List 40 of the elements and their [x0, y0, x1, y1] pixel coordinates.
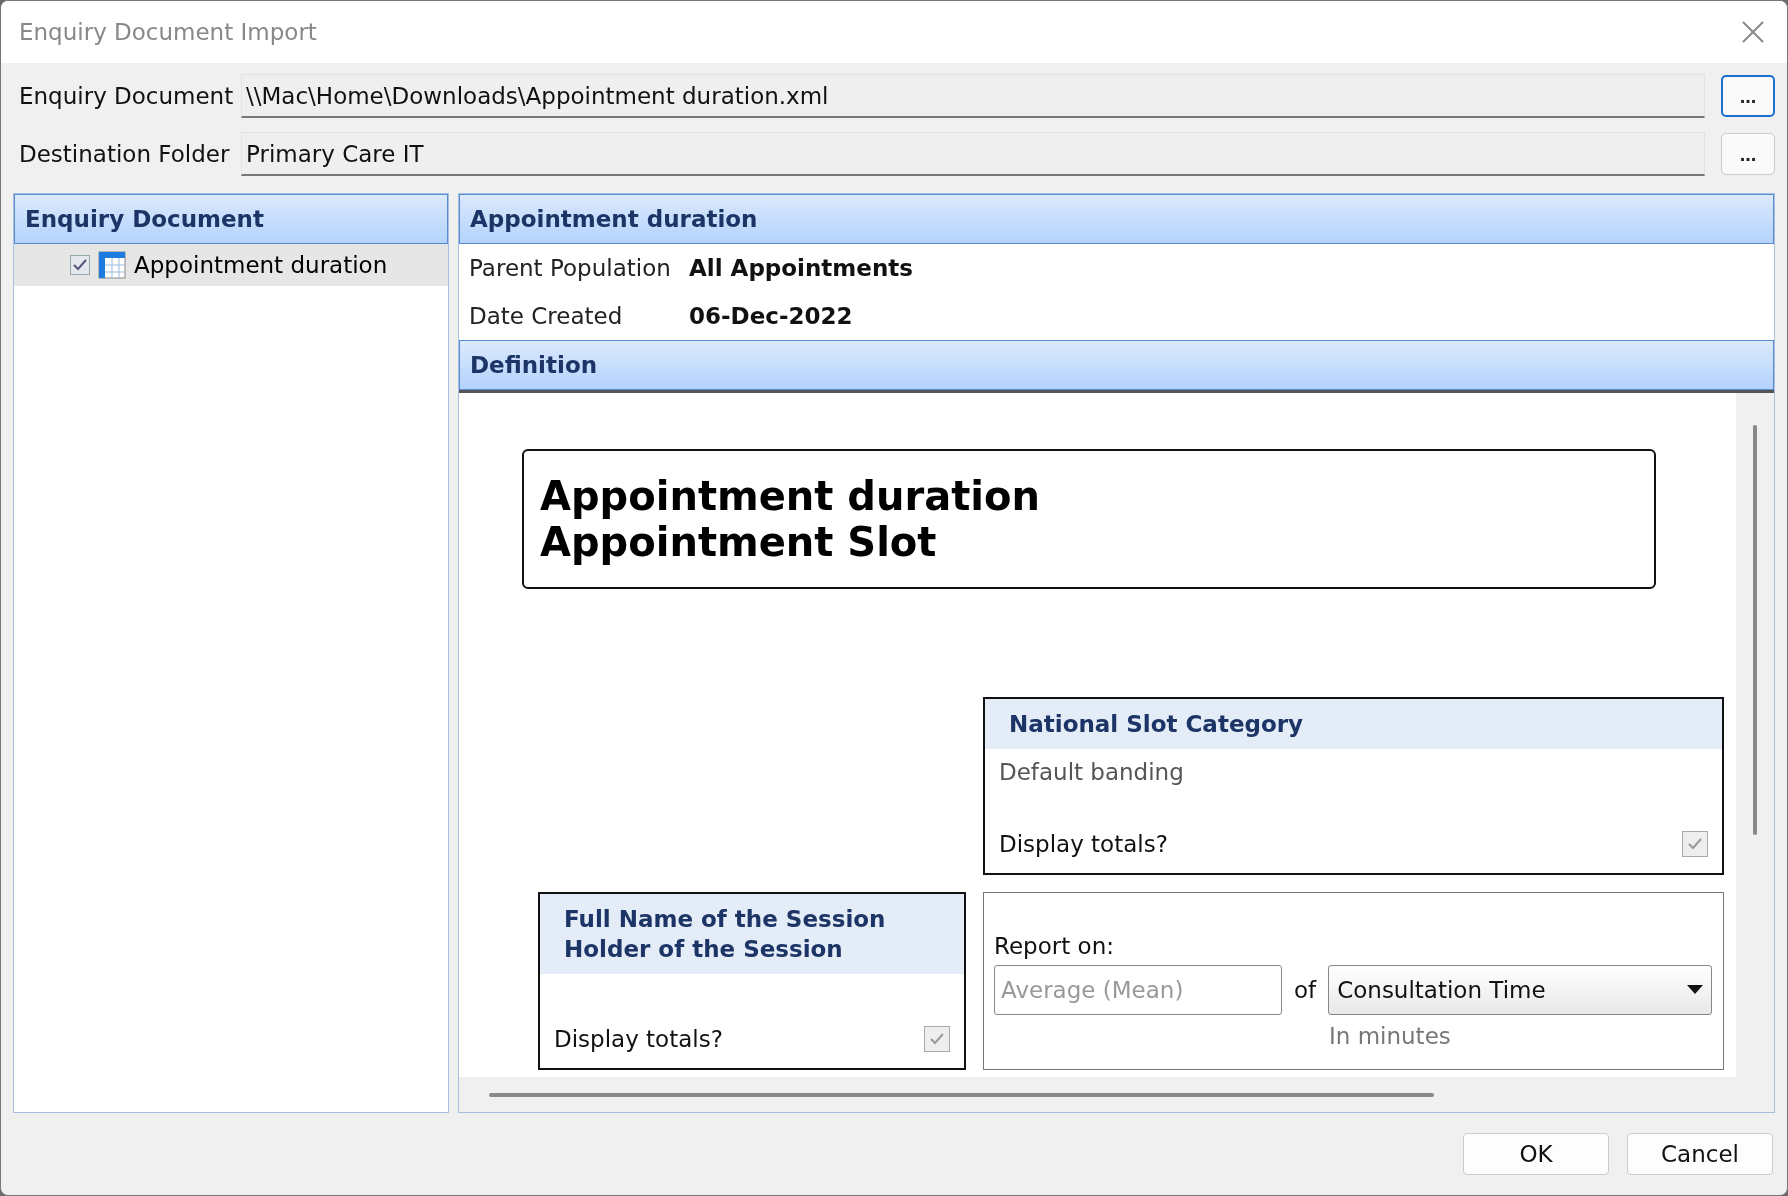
property-label: Parent Population	[469, 255, 672, 281]
heading-line: Appointment duration	[540, 473, 1041, 519]
check-icon	[1688, 838, 1702, 850]
property-value: All Appointments	[689, 255, 913, 281]
totals-label: Display totals?	[999, 831, 1168, 857]
field-label: Destination Folder	[18, 141, 231, 167]
path-field[interactable]: Primary Care IT	[241, 132, 1705, 176]
browse-button[interactable]: ...	[1721, 75, 1775, 117]
vertical-scrollbar[interactable]	[1753, 425, 1757, 835]
section-header: Definition	[459, 340, 1774, 390]
check-icon	[73, 259, 87, 271]
totals-checkbox[interactable]	[1682, 831, 1708, 857]
panel-header: Enquiry Document	[14, 194, 448, 244]
card-subtitle: Default banding	[998, 758, 1185, 785]
path-field[interactable]: \\Mac\Home\Downloads\Appointment duration.xml	[241, 74, 1705, 118]
tree-item[interactable]: Appointment duration	[14, 244, 448, 286]
totals-label: Display totals?	[554, 1026, 723, 1052]
property-label: Date Created	[469, 303, 624, 329]
dialog-button[interactable]: Cancel	[1627, 1133, 1773, 1175]
panel-header: Appointment duration	[459, 194, 1774, 244]
tree-checkbox[interactable]	[70, 255, 90, 275]
check-icon	[930, 1033, 944, 1045]
totals-checkbox[interactable]	[924, 1026, 950, 1052]
window-title: Enquiry Document Import	[19, 19, 317, 45]
table-icon	[98, 251, 126, 279]
heading-line: Appointment Slot	[540, 519, 938, 565]
caret-icon	[1687, 985, 1704, 995]
tree-item-label: Appointment duration	[134, 252, 388, 278]
of-label: of	[1294, 977, 1317, 1003]
measure-dropdown[interactable]: Consultation Time	[1328, 965, 1713, 1015]
property-value: 06-Dec-2022	[689, 303, 853, 329]
field-label: Enquiry Document	[18, 83, 235, 109]
horizontal-scrollbar[interactable]	[489, 1092, 1434, 1097]
card-title: National Slot Category	[985, 699, 1722, 749]
aggregate-field[interactable]: Average (Mean)	[994, 965, 1282, 1015]
unit-note: In minutes	[1329, 1023, 1452, 1049]
report-label: Report on:	[994, 933, 1115, 959]
browse-button[interactable]: ...	[1721, 133, 1775, 175]
card-title: Full Name of the Session Holder of the Session	[540, 894, 964, 974]
dialog-button[interactable]: OK	[1463, 1133, 1609, 1175]
